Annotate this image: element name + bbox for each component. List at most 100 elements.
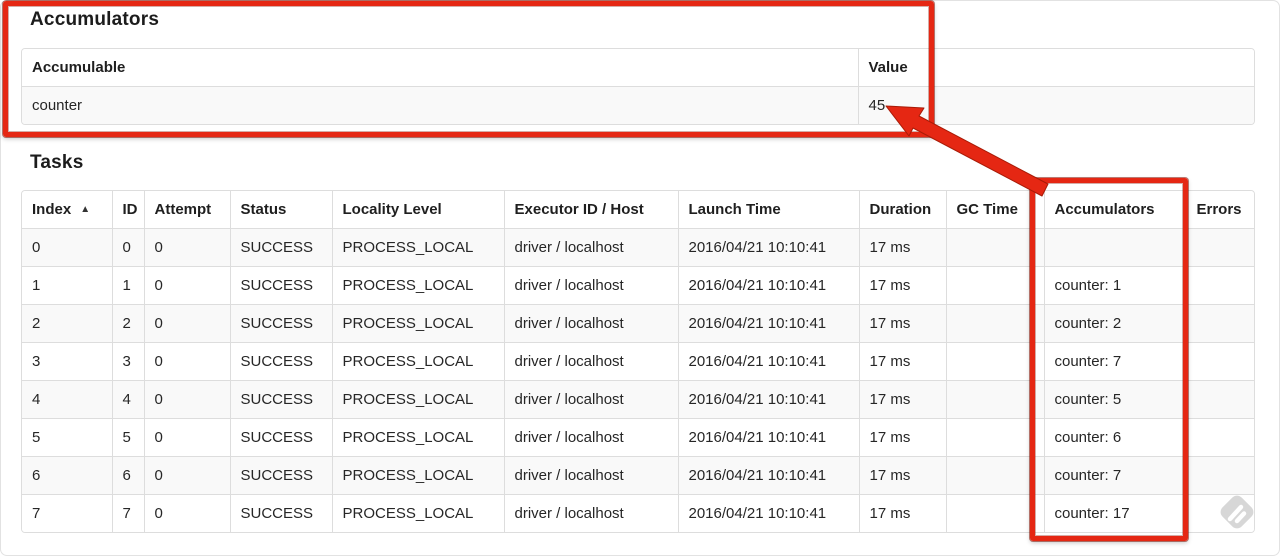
table-cell (1185, 380, 1254, 419)
table-cell: 2016/04/21 10:10:41 (677, 342, 860, 381)
table-cell (945, 418, 1045, 457)
table-cell: 0 (143, 342, 231, 381)
table-cell: SUCCESS (229, 342, 333, 381)
table-cell (945, 456, 1045, 495)
table-cell: PROCESS_LOCAL (331, 266, 505, 305)
table-cell (945, 304, 1045, 343)
column-header-locality-level[interactable]: Locality Level (331, 191, 505, 229)
table-cell: PROCESS_LOCAL (331, 456, 505, 495)
table-cell: PROCESS_LOCAL (331, 228, 505, 267)
column-header-id[interactable]: ID (111, 191, 145, 229)
table-cell: SUCCESS (229, 304, 333, 343)
table-cell: 4 (22, 380, 113, 419)
column-header-attempt[interactable]: Attempt (143, 191, 231, 229)
table-cell (945, 266, 1045, 305)
table-cell: PROCESS_LOCAL (331, 342, 505, 381)
table-cell (1043, 228, 1187, 267)
table-cell: SUCCESS (229, 380, 333, 419)
table-cell (945, 494, 1045, 532)
table-cell: 2016/04/21 10:10:41 (677, 418, 860, 457)
table-cell: 2 (111, 304, 145, 343)
table-cell: 5 (22, 418, 113, 457)
table-cell: driver / localhost (503, 342, 679, 381)
tasks-header-row: Index ▲ ID Attempt Status Locality Level … (22, 191, 1254, 229)
table-cell: 0 (143, 266, 231, 305)
table-cell: driver / localhost (503, 228, 679, 267)
column-header-errors[interactable]: Errors (1185, 191, 1254, 229)
table-cell: counter: 1 (1043, 266, 1187, 305)
table-cell: 17 ms (858, 494, 947, 532)
table-cell: 3 (22, 342, 113, 381)
column-header-accumulators[interactable]: Accumulators (1043, 191, 1187, 229)
task-row: 7 7 0 SUCCESS PROCESS_LOCAL driver / localhos… (22, 494, 1254, 532)
table-cell: SUCCESS (229, 418, 333, 457)
tasks-section-heading: Tasks (30, 152, 84, 173)
table-cell: 6 (111, 456, 145, 495)
table-cell: counter: 6 (1043, 418, 1187, 457)
table-cell: SUCCESS (229, 228, 333, 267)
table-cell: PROCESS_LOCAL (331, 380, 505, 419)
table-cell: 45 (857, 86, 1254, 124)
table-cell: 17 ms (858, 266, 947, 305)
table-cell: SUCCESS (229, 456, 333, 495)
accumulators-section-heading: Accumulators (30, 9, 160, 30)
table-cell: driver / localhost (503, 418, 679, 457)
table-cell (1185, 342, 1254, 381)
column-header-gc-time[interactable]: GC Time (945, 191, 1045, 229)
table-cell: 0 (143, 456, 231, 495)
task-row: 3 3 0 SUCCESS PROCESS_LOCAL driver / localhos… (22, 342, 1254, 381)
column-header-launch-time[interactable]: Launch Time (677, 191, 860, 229)
task-row: 2 2 0 SUCCESS PROCESS_LOCAL driver / localhos… (22, 304, 1254, 343)
table-cell: 2016/04/21 10:10:41 (677, 456, 860, 495)
table-cell: 6 (22, 456, 113, 495)
table-cell: 17 ms (858, 418, 947, 457)
table-cell (1185, 304, 1254, 343)
task-row: 0 0 0 SUCCESS PROCESS_LOCAL driver / localhos… (22, 228, 1254, 267)
column-header-executor-id-host[interactable]: Executor ID / Host (503, 191, 679, 229)
table-cell (945, 228, 1045, 267)
table-cell (1185, 418, 1254, 457)
table-cell: counter: 7 (1043, 456, 1187, 495)
task-row: 6 6 0 SUCCESS PROCESS_LOCAL driver / localhos… (22, 456, 1254, 495)
column-header-value: Value (857, 49, 1254, 87)
table-cell: counter: 2 (1043, 304, 1187, 343)
table-cell: PROCESS_LOCAL (331, 304, 505, 343)
table-cell (945, 380, 1045, 419)
table-cell: 17 ms (858, 228, 947, 267)
table-cell: 0 (143, 304, 231, 343)
table-cell (1185, 456, 1254, 495)
table-cell: 2016/04/21 10:10:41 (677, 304, 860, 343)
table-cell: 17 ms (858, 342, 947, 381)
table-cell: 0 (143, 418, 231, 457)
column-header-accumulable: Accumulable (22, 49, 859, 87)
task-row: 4 4 0 SUCCESS PROCESS_LOCAL driver / localhos… (22, 380, 1254, 419)
table-cell: 5 (111, 418, 145, 457)
table-cell: 2016/04/21 10:10:41 (677, 494, 860, 532)
table-cell: driver / localhost (503, 456, 679, 495)
table-cell: 0 (22, 228, 113, 267)
accumulators-table: Accumulable Value counter 45 (21, 48, 1255, 125)
column-header-index[interactable]: Index ▲ (22, 191, 113, 229)
table-cell: 0 (143, 494, 231, 532)
column-header-duration[interactable]: Duration (858, 191, 947, 229)
column-header-status[interactable]: Status (229, 191, 333, 229)
table-cell: 0 (143, 228, 231, 267)
sort-ascending-icon: ▲ (80, 204, 91, 215)
table-cell: counter (22, 86, 859, 124)
tasks-table: Index ▲ ID Attempt Status Locality Level … (21, 190, 1255, 533)
column-header-index-label: Index (32, 201, 72, 218)
table-cell: 1 (22, 266, 113, 305)
table-cell: 0 (143, 380, 231, 419)
table-cell: counter: 17 (1043, 494, 1187, 532)
table-cell: driver / localhost (503, 266, 679, 305)
table-cell: driver / localhost (503, 494, 679, 532)
table-cell: PROCESS_LOCAL (331, 418, 505, 457)
table-cell (1185, 494, 1254, 532)
table-cell: counter: 5 (1043, 380, 1187, 419)
table-cell: 17 ms (858, 304, 947, 343)
table-cell: 2016/04/21 10:10:41 (677, 380, 860, 419)
accumulator-row: counter 45 (22, 86, 1254, 124)
table-cell: 17 ms (858, 380, 947, 419)
accumulators-header-row: Accumulable Value (22, 49, 1254, 87)
table-cell: 2016/04/21 10:10:41 (677, 228, 860, 267)
